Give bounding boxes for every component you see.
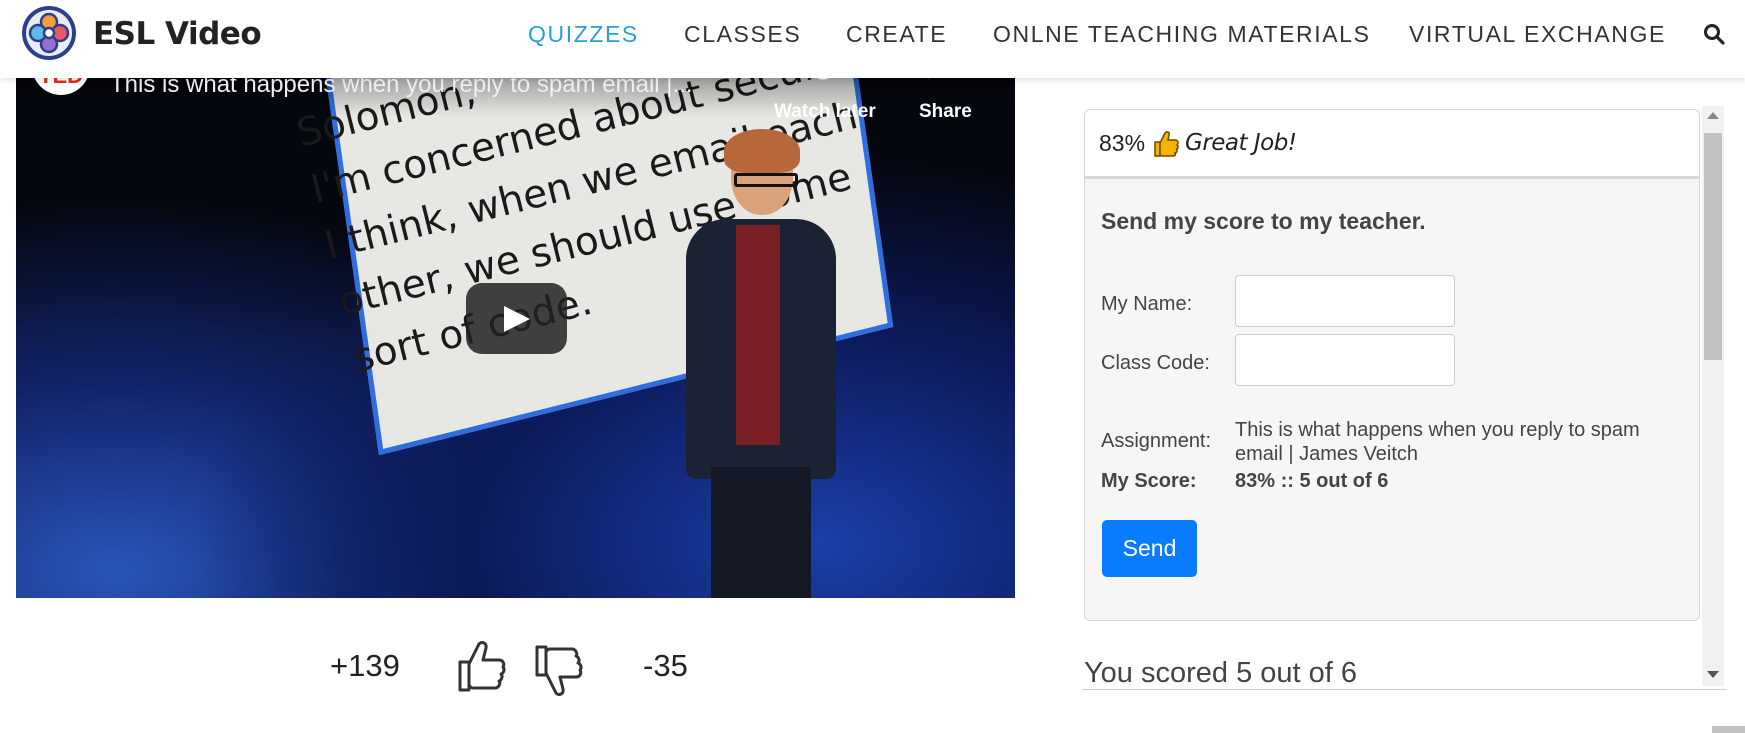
score-panel-container: 83% Great Job! Send my score to my teach… [1082, 106, 1727, 690]
nav-create[interactable]: CREATE [846, 21, 947, 48]
class-code-input[interactable] [1235, 334, 1455, 386]
search-icon[interactable] [1703, 23, 1725, 45]
scroll-up-icon[interactable] [1707, 112, 1719, 119]
panel-scrollbar[interactable] [1702, 106, 1724, 686]
name-label: My Name: [1101, 293, 1193, 315]
watch-later-button[interactable]: Watch later [774, 101, 876, 123]
nav-virtual-exchange[interactable]: VIRTUAL EXCHANGE [1409, 21, 1666, 48]
assignment-label: Assignment: [1101, 430, 1212, 452]
send-button[interactable]: Send [1102, 520, 1197, 577]
score-percent: 83% [1099, 130, 1146, 156]
class-code-label: Class Code: [1101, 352, 1210, 374]
score-panel: 83% Great Job! Send my score to my teach… [1084, 109, 1700, 621]
score-header: 83% Great Job! [1085, 110, 1699, 179]
logo-icon[interactable] [20, 4, 78, 62]
scroll-down-icon[interactable] [1707, 671, 1719, 678]
page-scrollbar-thumb[interactable] [1712, 726, 1745, 733]
brand-name[interactable]: ESL Video [93, 16, 262, 52]
scroll-thumb[interactable] [1704, 133, 1722, 360]
nav-quizzes[interactable]: QUIZZES [528, 21, 639, 48]
thumbs-up-emoji-icon [1154, 131, 1179, 157]
thumbs-down-icon[interactable] [532, 643, 584, 699]
send-score-title: Send my score to my teacher. [1101, 208, 1426, 234]
play-button[interactable] [466, 283, 567, 354]
nav-online-teaching-materials[interactable]: ONLNE TEACHING MATERIALS [993, 21, 1371, 48]
nav-classes[interactable]: CLASSES [684, 21, 801, 48]
my-score-label: My Score: [1101, 470, 1197, 492]
praise-text: Great Job! [1185, 130, 1297, 156]
score-summary: You scored 5 out of 6 [1084, 657, 1358, 689]
share-button[interactable]: Share [919, 101, 972, 123]
speaker-figure [666, 129, 856, 598]
video-player[interactable]: Solomon, I'm concerned about security. I… [16, 47, 1015, 598]
downvote-count: -35 [643, 648, 688, 683]
my-score-value: 83% :: 5 out of 6 [1235, 470, 1389, 492]
name-input[interactable] [1235, 275, 1455, 327]
assignment-value: This is what happens when you reply to s… [1235, 419, 1640, 465]
play-icon [504, 306, 530, 332]
thumbs-up-icon[interactable] [455, 638, 507, 694]
site-header: ESL Video QUIZZES CLASSES CREATE ONLNE T… [0, 0, 1745, 78]
upvote-count: +139 [330, 648, 400, 683]
